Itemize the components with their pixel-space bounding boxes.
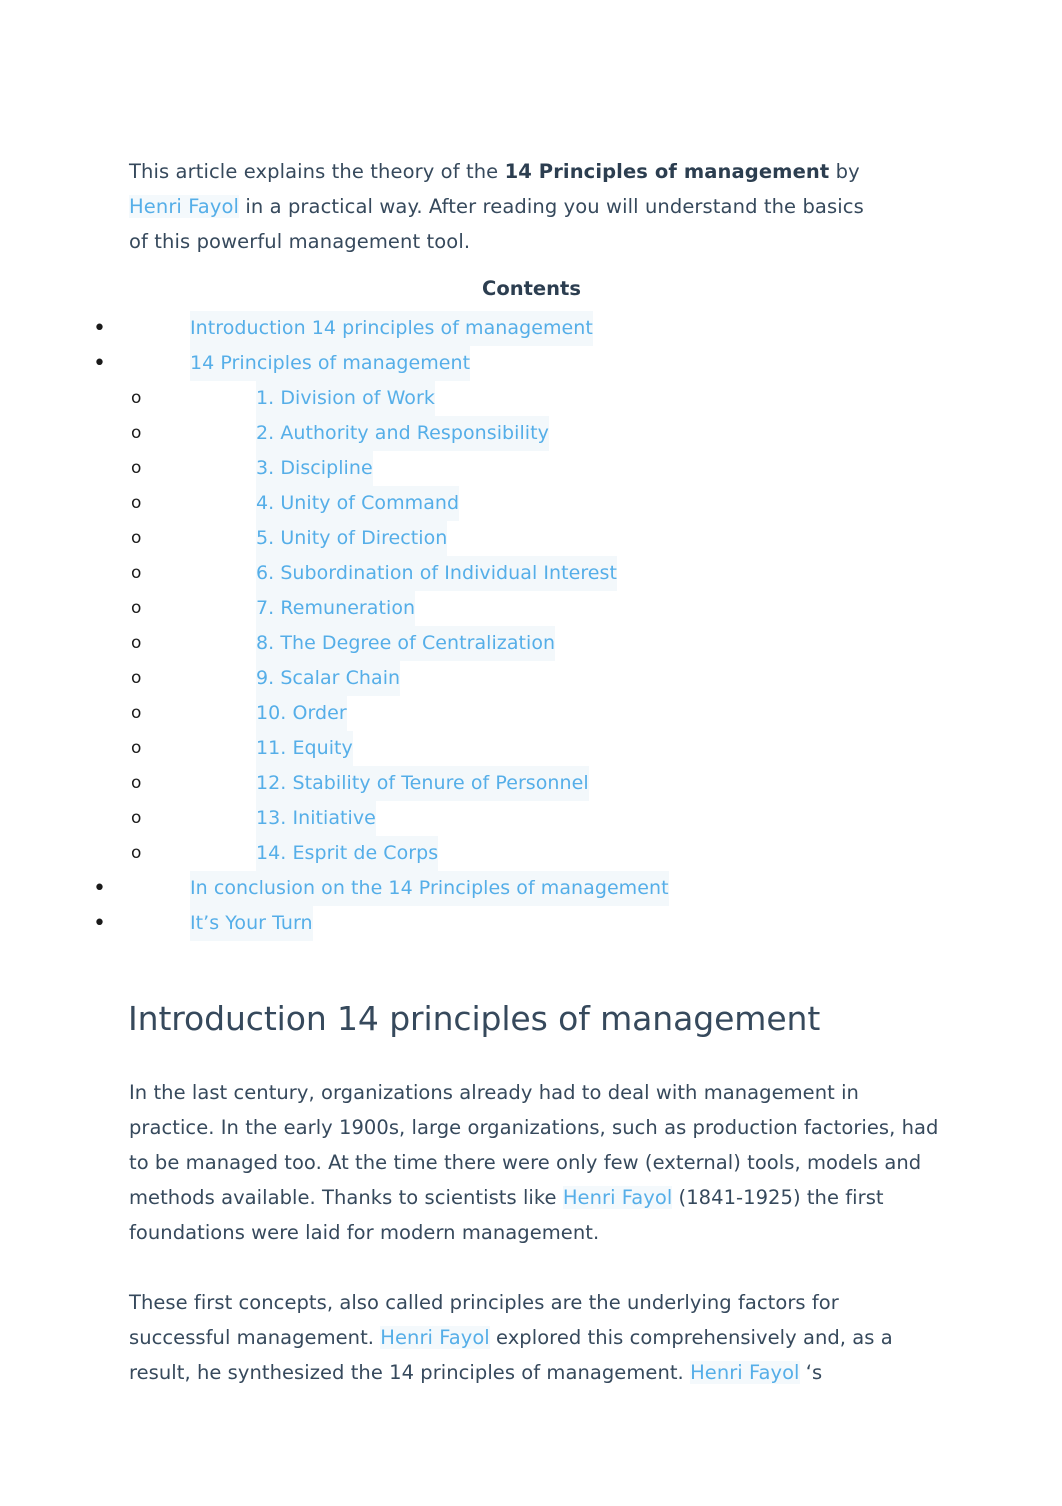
toc-item: o 9. Scalar Chain — [0, 661, 1062, 696]
toc-item: o 11. Equity — [0, 731, 1062, 766]
toc-item: o 10. Order — [0, 696, 1062, 731]
bullet-circle-icon: o — [131, 633, 142, 653]
intro-paragraph: This article explains the theory of the … — [129, 154, 874, 259]
toc-link[interactable]: 3. Discipline — [256, 451, 373, 486]
table-of-contents: • Introduction 14 principles of managemen… — [0, 311, 1062, 941]
toc-item: o 5. Unity of Direction — [0, 521, 1062, 556]
bullet-disc-icon: • — [93, 911, 106, 936]
henri-fayol-link[interactable]: Henri Fayol — [129, 194, 240, 218]
body-paragraph-1: In the last century, organizations alrea… — [129, 1075, 944, 1250]
bullet-circle-icon: o — [131, 703, 142, 723]
henri-fayol-link[interactable]: Henri Fayol — [690, 1360, 800, 1384]
bullet-circle-icon: o — [131, 493, 142, 513]
toc-item: o 8. The Degree of Centralization — [0, 626, 1062, 661]
bullet-disc-icon: • — [93, 316, 106, 341]
toc-link[interactable]: 4. Unity of Command — [256, 486, 460, 521]
contents-title: Contents — [482, 277, 581, 300]
bullet-circle-icon: o — [131, 738, 142, 758]
toc-link[interactable]: 2. Authority and Responsibility — [256, 416, 549, 451]
toc-link[interactable]: 14 Principles of management — [190, 346, 471, 381]
intro-text-segment-1: This article explains the theory of the — [129, 159, 505, 183]
toc-item: • It’s Your Turn — [0, 906, 1062, 941]
toc-link[interactable]: 10. Order — [256, 696, 347, 731]
toc-link[interactable]: Introduction 14 principles of management — [190, 311, 593, 346]
intro-text-segment-2: by — [829, 159, 860, 183]
toc-item: o 7. Remuneration — [0, 591, 1062, 626]
bullet-circle-icon: o — [131, 458, 142, 478]
toc-link[interactable]: It’s Your Turn — [190, 906, 313, 941]
toc-link[interactable]: 14. Esprit de Corps — [256, 836, 439, 871]
bullet-circle-icon: o — [131, 528, 142, 548]
body-paragraph-2: These first concepts, also called princi… — [129, 1285, 944, 1390]
bullet-circle-icon: o — [131, 808, 142, 828]
par2-segment-3: ‘s — [799, 1360, 823, 1384]
bullet-circle-icon: o — [131, 563, 142, 583]
bullet-disc-icon: • — [93, 876, 106, 901]
toc-link[interactable]: 9. Scalar Chain — [256, 661, 401, 696]
toc-item: o 3. Discipline — [0, 451, 1062, 486]
toc-link[interactable]: 5. Unity of Direction — [256, 521, 448, 556]
toc-item: o 13. Initiative — [0, 801, 1062, 836]
section-heading: Introduction 14 principles of management — [128, 999, 821, 1039]
toc-link[interactable]: 13. Initiative — [256, 801, 376, 836]
intro-text-segment-3: in a practical way. After reading you wi… — [129, 194, 864, 253]
toc-link[interactable]: In conclusion on the 14 Principles of ma… — [190, 871, 669, 906]
bullet-circle-icon: o — [131, 423, 142, 443]
bullet-disc-icon: • — [93, 351, 106, 376]
toc-item: o 14. Esprit de Corps — [0, 836, 1062, 871]
bullet-circle-icon: o — [131, 668, 142, 688]
toc-item: o 4. Unity of Command — [0, 486, 1062, 521]
toc-item: o 12. Stability of Tenure of Personnel — [0, 766, 1062, 801]
toc-link[interactable]: 1. Division of Work — [256, 381, 435, 416]
bullet-circle-icon: o — [131, 773, 142, 793]
toc-link[interactable]: 12. Stability of Tenure of Personnel — [256, 766, 589, 801]
henri-fayol-link[interactable]: Henri Fayol — [380, 1325, 490, 1349]
toc-item: • Introduction 14 principles of managemen… — [0, 311, 1062, 346]
toc-item: • In conclusion on the 14 Principles of m… — [0, 871, 1062, 906]
toc-link[interactable]: 6. Subordination of Individual Interest — [256, 556, 617, 591]
toc-item: • 14 Principles of management — [0, 346, 1062, 381]
toc-link[interactable]: 11. Equity — [256, 731, 353, 766]
toc-item: o 6. Subordination of Individual Interest — [0, 556, 1062, 591]
bullet-circle-icon: o — [131, 388, 142, 408]
toc-link[interactable]: 8. The Degree of Centralization — [256, 626, 556, 661]
document-page: This article explains the theory of the … — [0, 0, 1062, 1506]
toc-link[interactable]: 7. Remuneration — [256, 591, 416, 626]
intro-bold-phrase: 14 Principles of management — [504, 159, 830, 183]
toc-item: o 1. Division of Work — [0, 381, 1062, 416]
henri-fayol-link[interactable]: Henri Fayol — [562, 1185, 673, 1209]
toc-item: o 2. Authority and Responsibility — [0, 416, 1062, 451]
bullet-circle-icon: o — [131, 598, 142, 618]
bullet-circle-icon: o — [131, 843, 142, 863]
